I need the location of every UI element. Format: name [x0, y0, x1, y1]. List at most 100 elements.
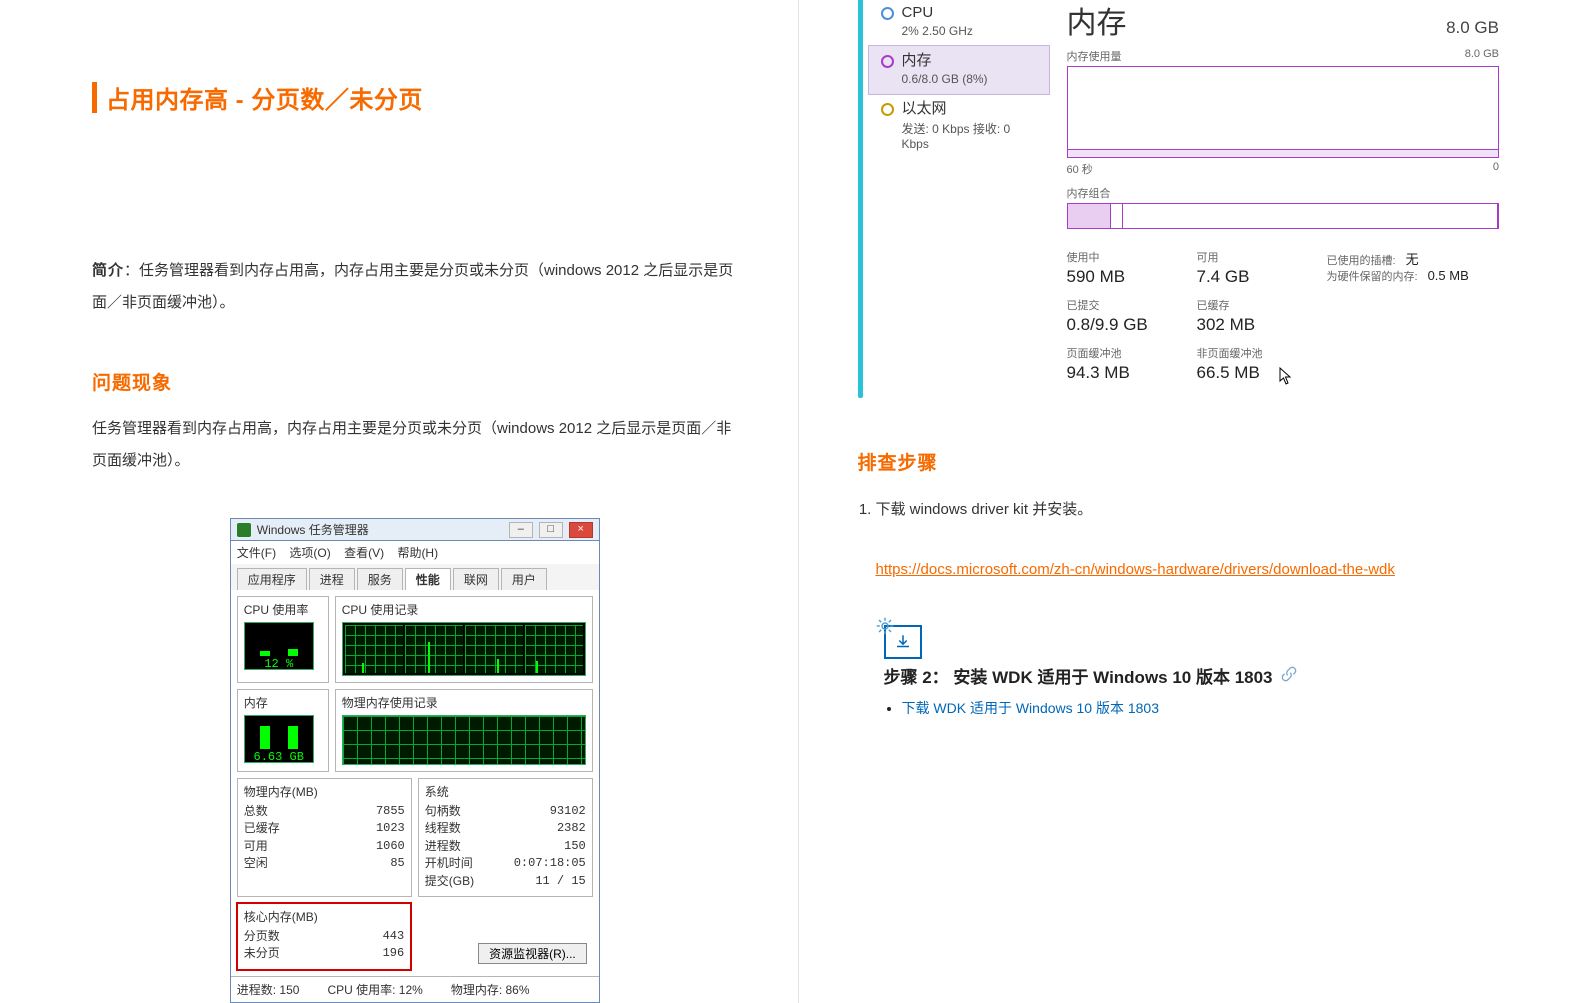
section-steps-heading: 排查步骤 — [858, 448, 1504, 475]
kernel-mem-box: 核心内存(MB) 分页数443 未分页196 — [237, 903, 411, 970]
menu-bar[interactable]: 文件(F) 选项(O) 查看(V) 帮助(H) — [231, 541, 599, 564]
mem-history-graph — [342, 715, 586, 765]
download-box-icon — [884, 625, 922, 659]
nav-net-title: 以太网 — [902, 100, 1039, 118]
phys-mem-box: 物理内存(MB) 总数7855 已缓存1023 可用1060 空闲85 — [237, 778, 412, 897]
gear-icon — [876, 617, 896, 637]
stat-slots-lbl: 已使用的插槽: — [1327, 255, 1396, 267]
ms-docs-snippet: 步骤 2： 安装 WDK 适用于 Windows 10 版本 1803 下载 W… — [884, 625, 1504, 718]
nav-cpu-title: CPU — [902, 4, 973, 22]
tab-processes[interactable]: 进程 — [309, 568, 355, 590]
section-symptom-heading: 问题现象 — [92, 368, 738, 395]
cpu-history-label: CPU 使用记录 — [342, 601, 586, 618]
intro-body: ：任务管理器看到内存占用高，内存占用主要是分页或未分页（windows 2012… — [92, 262, 733, 311]
stat-used-lbl: 使用中 — [1067, 249, 1197, 265]
mem-gauge: 6.63 GB — [244, 715, 314, 763]
perf-nav-cpu[interactable]: CPU 2% 2.50 GHz — [869, 0, 1049, 46]
mem-ring-icon — [881, 55, 894, 68]
maximize-button[interactable]: □ — [539, 522, 563, 538]
perf-nav-ethernet[interactable]: 以太网 发送: 0 Kbps 接收: 0 Kbps — [869, 94, 1049, 159]
mem-gauge-value: 6.63 GB — [245, 749, 313, 763]
mem-history-label: 物理内存使用记录 — [342, 694, 586, 711]
mem-composition-label: 内存组合 — [1067, 185, 1500, 201]
x-axis-left: 60 秒 — [1067, 161, 1093, 177]
tab-users[interactable]: 用户 — [501, 568, 547, 590]
status-processes: 进程数: 150 — [237, 981, 300, 998]
steps-list: 下载 windows driver kit 并安装。 https://docs.… — [858, 495, 1504, 585]
highlight-bar — [858, 0, 863, 398]
nav-net-sub: 发送: 0 Kbps 接收: 0 Kbps — [902, 120, 1039, 151]
menu-options[interactable]: 选项(O) — [289, 546, 330, 560]
phys-mem-title: 物理内存(MB) — [244, 783, 405, 800]
close-button[interactable]: × — [569, 522, 593, 538]
mem-gauge-panel: 内存 6.63 GB — [237, 689, 329, 772]
system-title: 系统 — [425, 783, 586, 800]
intro-label: 简介 — [92, 262, 124, 279]
mem-total: 8.0 GB — [1446, 18, 1499, 38]
tab-services[interactable]: 服务 — [357, 568, 403, 590]
step-1: 下载 windows driver kit 并安装。 https://docs.… — [876, 495, 1504, 585]
stat-avail-lbl: 可用 — [1197, 249, 1327, 265]
ms-step-title: 步骤 2： 安装 WDK 适用于 Windows 10 版本 1803 — [884, 663, 1273, 688]
mem-pane-title: 内存 — [1067, 0, 1127, 42]
tab-networking[interactable]: 联网 — [453, 568, 499, 590]
mem-history-panel: 物理内存使用记录 — [335, 689, 593, 772]
stat-commit-lbl: 已提交 — [1067, 297, 1197, 313]
stat-slots-val: 无 — [1406, 252, 1419, 267]
ms-download-item: 下载 WDK 适用于 Windows 10 版本 1803 — [902, 698, 1504, 718]
cpu-gauge: 12 % — [244, 622, 314, 670]
window-titlebar[interactable]: Windows 任务管理器 – □ × — [231, 519, 599, 541]
perf-nav: CPU 2% 2.50 GHz 内存 0.6/8.0 GB (8%) 以太网 — [869, 0, 1049, 398]
cpu-gauge-label: CPU 使用率 — [244, 601, 322, 618]
mem-gauge-label: 内存 — [244, 694, 322, 711]
nav-mem-title: 内存 — [902, 52, 988, 70]
slab-cached — [1111, 204, 1124, 228]
nav-cpu-sub: 2% 2.50 GHz — [902, 24, 973, 38]
stat-cached-val: 302 MB — [1197, 315, 1327, 335]
mem-usage-chart — [1067, 66, 1500, 158]
nav-mem-sub: 0.6/8.0 GB (8%) — [902, 72, 988, 86]
ms-download-link[interactable]: 下载 WDK 适用于 Windows 10 版本 1803 — [902, 700, 1160, 716]
perf-nav-memory[interactable]: 内存 0.6/8.0 GB (8%) — [869, 46, 1049, 94]
status-bar: 进程数: 150 CPU 使用率: 12% 物理内存: 86% — [231, 976, 599, 1002]
wdk-download-link[interactable]: https://docs.microsoft.com/zh-cn/windows… — [876, 561, 1395, 578]
slab-used — [1068, 204, 1111, 228]
intro-paragraph: 简介：任务管理器看到内存占用高，内存占用主要是分页或未分页（windows 20… — [92, 255, 738, 318]
minimize-button[interactable]: – — [509, 522, 533, 538]
mem-usage-max: 8.0 GB — [1465, 48, 1499, 64]
tab-row: 应用程序 进程 服务 性能 联网 用户 — [231, 564, 599, 590]
tab-performance[interactable]: 性能 — [405, 568, 451, 590]
stat-paged-lbl: 页面缓冲池 — [1067, 345, 1197, 361]
tab-applications[interactable]: 应用程序 — [237, 568, 307, 590]
cpu-gauge-value: 12 % — [245, 656, 313, 670]
window-title: Windows 任务管理器 — [257, 521, 503, 538]
resource-monitor-button[interactable]: 资源监视器(R)... — [478, 943, 587, 964]
stat-used-val: 590 MB — [1067, 267, 1197, 287]
taskmgr-legacy-window: Windows 任务管理器 – □ × 文件(F) 选项(O) 查看(V) 帮助… — [230, 518, 600, 1003]
stat-avail-val: 7.4 GB — [1197, 267, 1327, 287]
copy-link-icon[interactable] — [1281, 666, 1297, 686]
taskmgr-modern-window: CPU 2% 2.50 GHz 内存 0.6/8.0 GB (8%) 以太网 — [858, 0, 1504, 398]
stat-hwres-val: 0.5 MB — [1428, 268, 1469, 283]
step-1-text: 下载 windows driver kit 并安装。 — [876, 501, 1093, 518]
menu-file[interactable]: 文件(F) — [237, 546, 276, 560]
stat-nonpaged-lbl: 非页面缓冲池 — [1197, 345, 1327, 361]
cpu-history-graph — [342, 622, 586, 676]
mem-composition-bar — [1067, 203, 1500, 229]
cpu-gauge-panel: CPU 使用率 12 % — [237, 596, 329, 683]
stat-cached-lbl: 已缓存 — [1197, 297, 1327, 313]
system-box: 系统 句柄数93102 线程数2382 进程数150 开机时间0:07:18:0… — [418, 778, 593, 897]
memory-detail-pane: 内存 8.0 GB 内存使用量 8.0 GB 60 秒 0 内存组合 — [1049, 0, 1504, 398]
stat-commit-val: 0.8/9.9 GB — [1067, 315, 1197, 335]
menu-help[interactable]: 帮助(H) — [397, 546, 438, 560]
net-ring-icon — [881, 103, 894, 116]
cpu-history-panel: CPU 使用记录 — [335, 596, 593, 683]
page-title: 占用内存高 - 分页数／未分页 — [92, 80, 738, 115]
x-axis-right: 0 — [1493, 161, 1499, 177]
kernel-mem-title: 核心内存(MB) — [244, 908, 404, 925]
status-cpu: CPU 使用率: 12% — [327, 981, 422, 998]
stat-hwres-lbl: 为硬件保留的内存: — [1327, 271, 1418, 283]
slab-free — [1123, 204, 1498, 228]
menu-view[interactable]: 查看(V) — [344, 546, 384, 560]
stat-nonpaged-val: 66.5 MB — [1197, 363, 1327, 383]
